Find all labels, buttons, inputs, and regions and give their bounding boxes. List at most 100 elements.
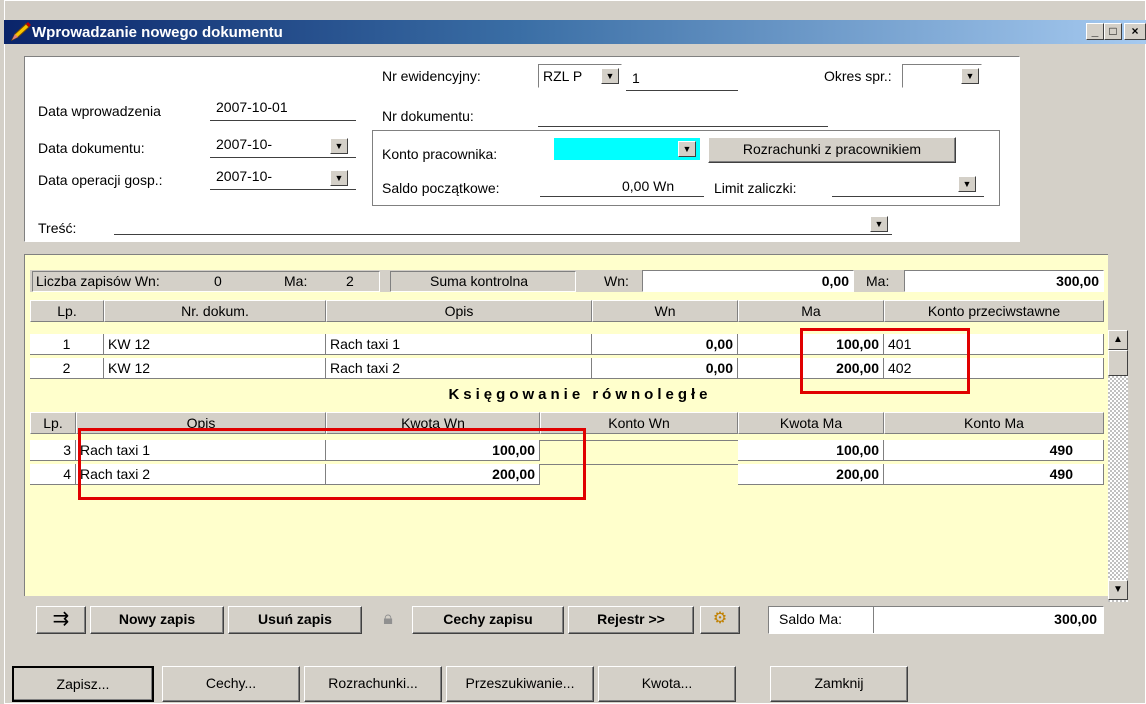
limit-zaliczki-field[interactable] [832, 196, 984, 197]
nr-ewidencyjny-value: RZL P [543, 68, 583, 84]
grid1-col-ma[interactable]: Ma [738, 300, 884, 322]
wn-sum-field: 0,00 [642, 270, 854, 292]
scroll-down-icon[interactable]: ▼ [1108, 580, 1128, 600]
grid1-col-wn[interactable]: Wn [592, 300, 738, 322]
grid1-col-opis[interactable]: Opis [326, 300, 592, 322]
data-wprowadzenia-underline [210, 120, 356, 121]
row-kwota-ma: 100,00 [738, 440, 884, 461]
nr-ewidencyjny-label: Nr ewidencyjny: [382, 68, 481, 84]
kwota-button[interactable]: Kwota... [598, 666, 736, 702]
nr-dokumentu-field[interactable] [538, 126, 828, 127]
data-operacji-value[interactable]: 2007-10- [216, 168, 272, 184]
grid1-col-nr[interactable]: Nr. dokum. [104, 300, 326, 322]
gears-icon-button[interactable]: ⚙ [700, 606, 740, 634]
zamknij-button[interactable]: Zamknij [770, 666, 908, 702]
row-lp: 2 [30, 358, 104, 379]
okres-label: Okres spr.: [824, 68, 892, 84]
row-konto-ma: 490 [884, 464, 1104, 485]
tresc-field[interactable] [114, 234, 892, 235]
suma-kontrolna-label: Suma kontrolna [430, 273, 529, 289]
nr-ewidencyjny-select[interactable]: RZL P ▼ [538, 64, 622, 88]
row-opis: Rach taxi 1 [326, 334, 592, 355]
row-lp: 1 [30, 334, 104, 355]
ma-sum-label: Ma: [866, 273, 890, 289]
data-wprowadzenia-label: Data wprowadzenia [38, 103, 161, 119]
chevron-down-icon[interactable]: ▼ [601, 68, 619, 84]
grid1-col-lp[interactable]: Lp. [30, 300, 104, 322]
cechy-button[interactable]: Cechy... [162, 666, 300, 702]
nr-ewidencyjny-number: 1 [632, 70, 640, 86]
wn-sum-value: 0,00 [821, 273, 849, 289]
nr-dokumentu-label: Nr dokumentu: [382, 108, 474, 124]
scroll-thumb[interactable] [1108, 350, 1128, 376]
chevron-down-icon[interactable]: ▼ [870, 216, 888, 232]
close-icon: × [1131, 24, 1139, 38]
okres-select[interactable]: ▼ [902, 64, 982, 88]
grid1-col-konto[interactable]: Konto przeciwstawne [884, 300, 1104, 322]
data-operacji-label: Data operacji gosp.: [38, 172, 163, 188]
minimize-button[interactable]: _ [1086, 23, 1104, 40]
window-title: Wprowadzanie nowego dokumentu [32, 24, 283, 41]
grid2-col-konto-ma[interactable]: Konto Ma [884, 412, 1104, 434]
saldo-ma-label: Saldo Ma: [779, 611, 843, 627]
row-wn: 0,00 [592, 358, 738, 379]
saldo-ma-field: Saldo Ma: 300,00 [768, 606, 1104, 634]
arrows-toggle-button[interactable]: ⇉ [36, 606, 86, 634]
row-konto-ma: 490 [884, 440, 1104, 461]
data-wprowadzenia-value: 2007-10-01 [216, 99, 288, 115]
row-wn: 0,00 [592, 334, 738, 355]
close-button[interactable]: × [1124, 23, 1146, 40]
row-kwota-ma: 200,00 [738, 464, 884, 485]
maximize-button[interactable]: □ [1104, 23, 1122, 40]
maximize-icon: □ [1109, 24, 1117, 38]
grid2-col-lp[interactable]: Lp. [30, 412, 76, 434]
data-dokumentu-underline [210, 157, 356, 158]
cechy-zapisu-button[interactable]: Cechy zapisu [412, 606, 564, 634]
rejestr-button[interactable]: Rejestr >> [568, 606, 694, 634]
row-lp: 3 [30, 440, 76, 461]
nowy-zapis-button[interactable]: Nowy zapis [90, 606, 224, 634]
saldo-ma-value: 300,00 [1054, 611, 1097, 627]
konto-pracownika-label: Konto pracownika: [382, 146, 498, 162]
row-nr: KW 12 [104, 334, 326, 355]
gears-icon: ⚙ [712, 610, 728, 627]
nr-ewidencyjny-underline [626, 90, 738, 91]
scroll-up-icon[interactable]: ▲ [1108, 330, 1128, 350]
ma-label: Ma: [284, 273, 308, 289]
minimize-icon: _ [1091, 24, 1099, 38]
data-dokumentu-label: Data dokumentu: [38, 140, 145, 156]
parallel-posting-label: Księgowanie równoległe [448, 386, 712, 403]
chevron-down-icon[interactable]: ▼ [961, 68, 979, 84]
double-arrow-icon: ⇉ [52, 608, 70, 630]
rozrachunki-z-pracownikiem-button[interactable]: Rozrachunki z pracownikiem [708, 137, 956, 163]
chevron-down-icon[interactable]: ▼ [330, 138, 348, 154]
rozrachunki-button[interactable]: Rozrachunki... [304, 666, 442, 702]
row-nr: KW 12 [104, 358, 326, 379]
data-operacji-underline [210, 189, 356, 190]
usun-zapis-button[interactable]: Usuń zapis [228, 606, 362, 634]
saldo-divider [873, 607, 874, 633]
chevron-down-icon[interactable]: ▼ [958, 176, 976, 192]
saldo-poczatkowe-label: Saldo początkowe: [382, 180, 500, 196]
tresc-label: Treść: [38, 220, 77, 236]
row-opis: Rach taxi 2 [326, 358, 592, 379]
saldo-poczatkowe-value: 0,00 Wn [622, 178, 675, 194]
wn-label: Wn: [604, 273, 629, 289]
annotation-box-ma [800, 328, 970, 394]
zapisz-button[interactable]: Zapisz... [12, 666, 154, 702]
pencil-icon [10, 22, 31, 42]
chevron-down-icon[interactable]: ▼ [330, 170, 348, 186]
przeszukiwanie-button[interactable]: Przeszukiwanie... [446, 666, 594, 702]
row-lp: 4 [30, 464, 76, 485]
chevron-down-icon[interactable]: ▼ [678, 141, 696, 157]
data-dokumentu-value[interactable]: 2007-10- [216, 136, 272, 152]
limit-zaliczki-label: Limit zaliczki: [714, 180, 797, 196]
liczba-ma-value: 2 [346, 273, 354, 289]
saldo-underline [540, 196, 704, 197]
ma-sum-field: 300,00 [904, 270, 1104, 292]
grid2-col-kwota-ma[interactable]: Kwota Ma [738, 412, 884, 434]
liczba-wn-value: 0 [214, 273, 222, 289]
ma-sum-value: 300,00 [1056, 273, 1099, 289]
lock-icon: 🔒︎ [383, 608, 393, 628]
annotation-box-parallel [78, 428, 586, 500]
